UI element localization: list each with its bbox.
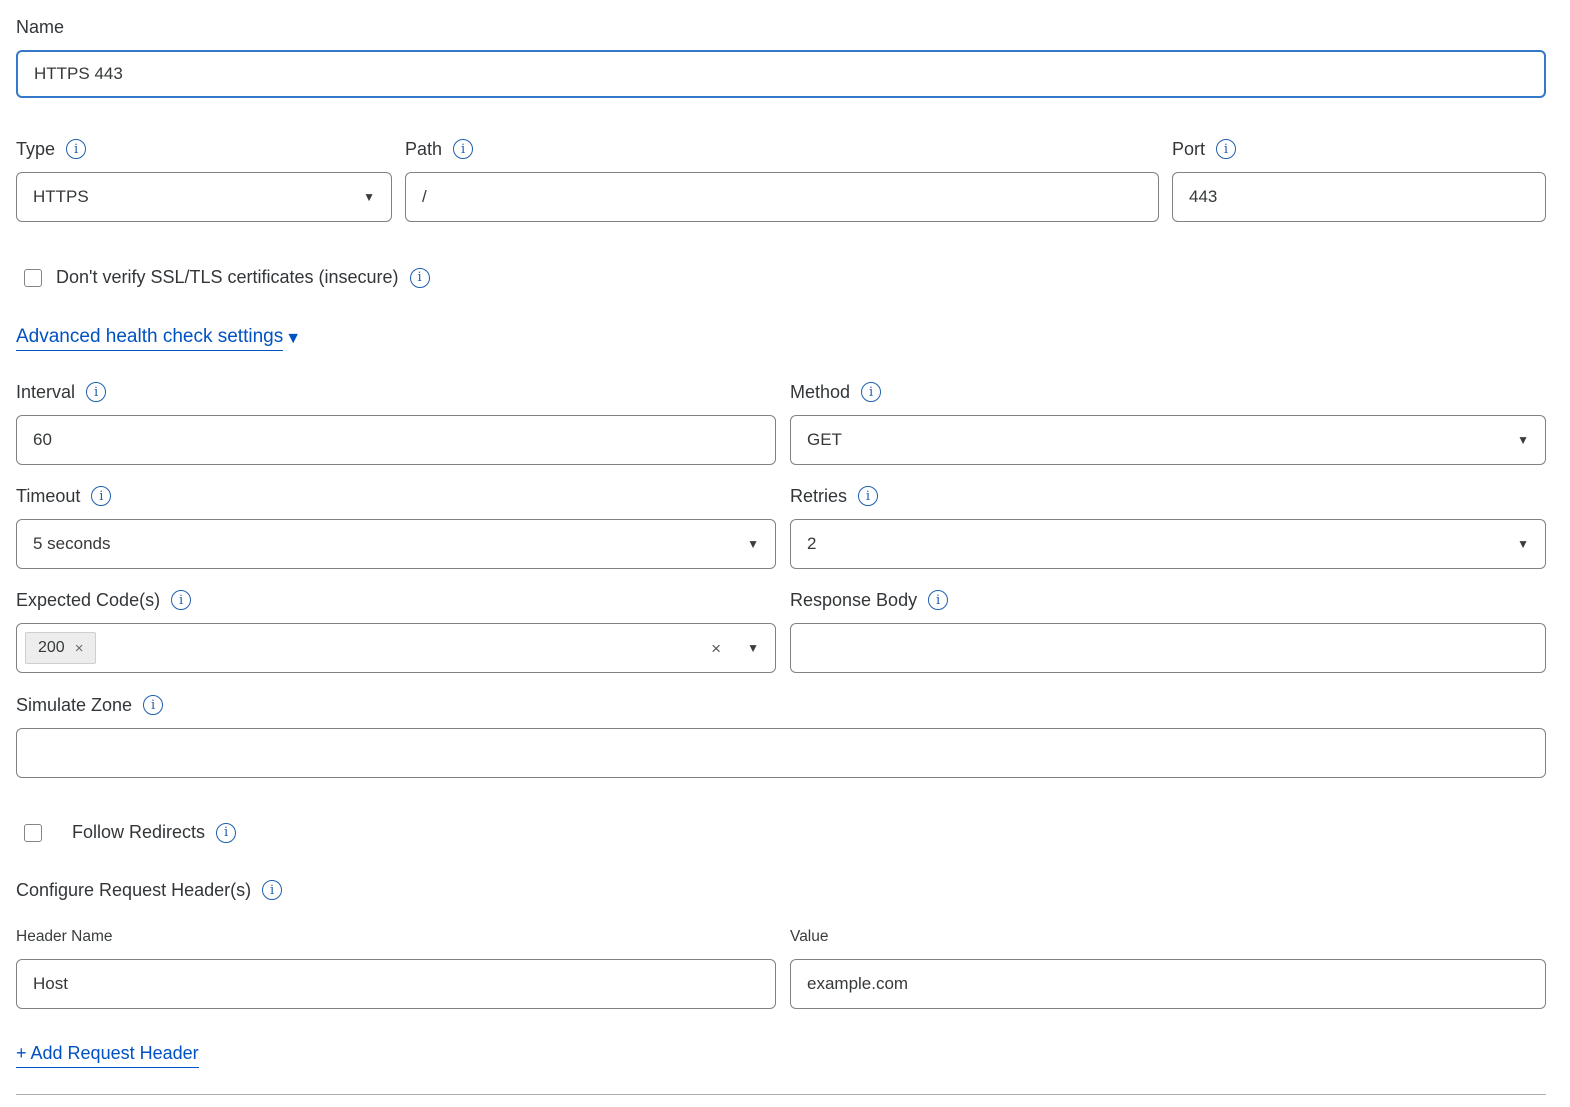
chevron-down-icon: ▼	[1517, 538, 1529, 550]
name-input[interactable]	[16, 50, 1546, 98]
path-label: Path	[405, 138, 442, 160]
method-select-value: GET	[807, 430, 842, 450]
interval-input[interactable]	[16, 415, 776, 465]
info-icon[interactable]: i	[262, 880, 282, 900]
info-icon[interactable]: i	[1216, 139, 1236, 159]
advanced-settings-link[interactable]: Advanced health check settings ▼	[16, 326, 301, 351]
interval-field: Interval i	[16, 381, 776, 465]
follow-redirects-checkbox[interactable]	[24, 824, 42, 842]
header-name-label: Header Name	[16, 928, 776, 946]
type-field: Type i HTTPS ▼	[16, 138, 392, 222]
info-icon[interactable]: i	[410, 268, 430, 288]
name-field: Name	[16, 16, 1546, 98]
add-request-header-link[interactable]: + Add Request Header	[16, 1043, 199, 1068]
retries-select-value: 2	[807, 534, 816, 554]
type-select[interactable]: HTTPS ▼	[16, 172, 392, 222]
health-check-form: Name Type i HTTPS ▼ Path i Port i	[0, 0, 1562, 1095]
chevron-down-icon: ▼	[363, 191, 375, 203]
follow-redirects-label: Follow Redirects	[72, 822, 205, 843]
header-value-label: Value	[790, 928, 1546, 946]
expected-codes-label: Expected Code(s)	[16, 589, 160, 611]
path-input[interactable]	[405, 172, 1159, 222]
header-name-field: Header Name	[16, 928, 776, 1009]
codes-body-row: Expected Code(s) i 200 × × ▼ Response Bo…	[16, 589, 1546, 673]
header-name-input[interactable]	[16, 959, 776, 1009]
request-headers-section-label: Configure Request Header(s)	[16, 879, 251, 901]
info-icon[interactable]: i	[86, 382, 106, 402]
simulate-zone-input[interactable]	[16, 728, 1546, 778]
expected-codes-multiselect[interactable]: 200 × × ▼	[16, 623, 776, 673]
interval-method-row: Interval i Method i GET ▼	[16, 381, 1546, 465]
insecure-checkbox-label: Don't verify SSL/TLS certificates (insec…	[56, 267, 399, 288]
port-label: Port	[1172, 138, 1205, 160]
info-icon[interactable]: i	[66, 139, 86, 159]
chevron-down-icon: ▼	[747, 538, 759, 550]
simulate-zone-field: Simulate Zone i	[16, 694, 1546, 778]
method-label: Method	[790, 381, 850, 403]
multiselect-controls: × ▼	[711, 640, 759, 657]
code-tag: 200 ×	[25, 632, 96, 664]
expected-codes-field: Expected Code(s) i 200 × × ▼	[16, 589, 776, 673]
port-field: Port i	[1172, 138, 1546, 222]
info-icon[interactable]: i	[91, 486, 111, 506]
advanced-settings-link-text: Advanced health check settings	[16, 326, 283, 351]
remove-tag-icon[interactable]: ×	[75, 640, 84, 657]
section-divider	[16, 1094, 1546, 1095]
response-body-field: Response Body i	[790, 589, 1546, 673]
info-icon[interactable]: i	[858, 486, 878, 506]
info-icon[interactable]: i	[453, 139, 473, 159]
request-headers-section: Configure Request Header(s) i	[16, 879, 1546, 901]
code-tag-value: 200	[38, 639, 65, 657]
info-icon[interactable]: i	[216, 823, 236, 843]
type-select-value: HTTPS	[33, 187, 89, 207]
chevron-down-icon[interactable]: ▼	[747, 642, 759, 654]
insecure-checkbox[interactable]	[24, 269, 42, 287]
method-field: Method i GET ▼	[790, 381, 1546, 465]
info-icon[interactable]: i	[143, 695, 163, 715]
type-label: Type	[16, 138, 55, 160]
port-input[interactable]	[1172, 172, 1546, 222]
info-icon[interactable]: i	[928, 590, 948, 610]
follow-redirects-row: Follow Redirects i	[16, 822, 1546, 843]
header-row: Header Name Value	[16, 928, 1546, 1009]
timeout-retries-row: Timeout i 5 seconds ▼ Retries i 2 ▼	[16, 485, 1546, 569]
retries-label: Retries	[790, 485, 847, 507]
name-label: Name	[16, 16, 64, 38]
path-field: Path i	[405, 138, 1159, 222]
simulate-zone-label: Simulate Zone	[16, 694, 132, 716]
header-value-input[interactable]	[790, 959, 1546, 1009]
chevron-down-icon: ▼	[285, 330, 301, 348]
type-path-port-row: Type i HTTPS ▼ Path i Port i	[16, 138, 1546, 222]
response-body-label: Response Body	[790, 589, 917, 611]
info-icon[interactable]: i	[861, 382, 881, 402]
retries-field: Retries i 2 ▼	[790, 485, 1546, 569]
timeout-label: Timeout	[16, 485, 80, 507]
retries-select[interactable]: 2 ▼	[790, 519, 1546, 569]
timeout-select-value: 5 seconds	[33, 534, 111, 554]
timeout-select[interactable]: 5 seconds ▼	[16, 519, 776, 569]
response-body-input[interactable]	[790, 623, 1546, 673]
info-icon[interactable]: i	[171, 590, 191, 610]
clear-icon[interactable]: ×	[711, 640, 721, 657]
header-value-field: Value	[790, 928, 1546, 1009]
insecure-checkbox-row: Don't verify SSL/TLS certificates (insec…	[16, 267, 1546, 288]
method-select[interactable]: GET ▼	[790, 415, 1546, 465]
chevron-down-icon: ▼	[1517, 434, 1529, 446]
interval-label: Interval	[16, 381, 75, 403]
timeout-field: Timeout i 5 seconds ▼	[16, 485, 776, 569]
